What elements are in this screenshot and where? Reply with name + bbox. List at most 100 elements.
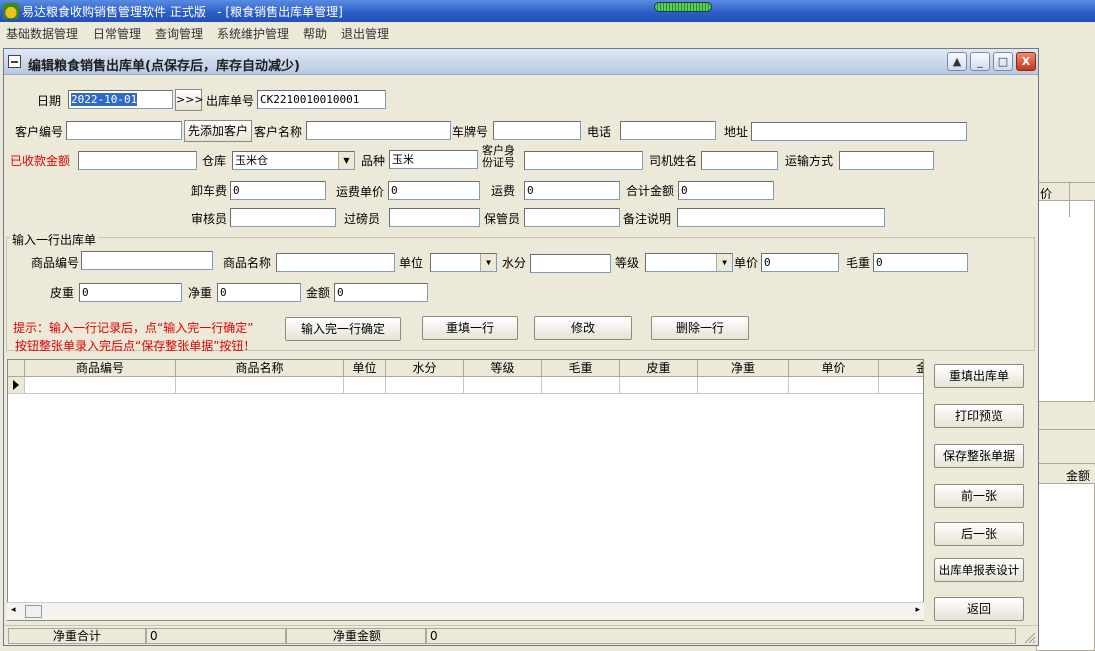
scroll-right-icon[interactable]: ▸ — [915, 605, 920, 615]
menu-bar: 基础数据管理 日常管理 查询管理 系统维护管理 帮助 退出管理 — [0, 22, 1095, 42]
table-row-cell[interactable] — [879, 377, 923, 394]
item-no-label: 商品编号 — [31, 256, 80, 270]
freight-label: 运费 — [491, 184, 516, 198]
col-moisture[interactable]: 水分 — [386, 360, 464, 377]
weigher-label: 过磅员 — [344, 212, 381, 226]
net-field[interactable]: 0 — [217, 283, 301, 302]
customer-name-field[interactable] — [306, 121, 451, 140]
total-amount-field[interactable]: 0 — [678, 181, 774, 200]
grade-select[interactable]: ▼ — [645, 253, 733, 272]
activity-indicator — [654, 2, 712, 12]
menu-exit[interactable]: 退出管理 — [341, 25, 389, 42]
background-grid-bottom: 金额 — [1036, 463, 1095, 651]
unit-select[interactable]: ▼ — [430, 253, 497, 272]
previous-button[interactable]: 前一张 — [934, 484, 1024, 508]
col-unit[interactable]: 单位 — [344, 360, 386, 377]
grade-label: 等级 — [615, 256, 640, 270]
tare-field[interactable]: 0 — [79, 283, 182, 302]
col-price[interactable]: 单价 — [789, 360, 879, 377]
auditor-label: 审核员 — [191, 212, 228, 226]
driver-label: 司机姓名 — [649, 154, 698, 168]
weigher-field[interactable] — [389, 208, 480, 227]
return-button[interactable]: 返回 — [934, 597, 1024, 621]
moisture-field[interactable] — [530, 254, 611, 273]
col-item-no[interactable]: 商品编号 — [25, 360, 176, 377]
menu-help[interactable]: 帮助 — [303, 25, 327, 42]
modify-button[interactable]: 修改 — [534, 316, 632, 340]
auditor-field[interactable] — [230, 208, 336, 227]
chevron-down-icon[interactable]: ▼ — [338, 152, 354, 169]
table-row-cell[interactable] — [176, 377, 344, 394]
customer-no-field[interactable] — [66, 121, 182, 140]
menu-basic-data[interactable]: 基础数据管理 — [6, 25, 78, 42]
resize-grip-icon[interactable] — [1022, 630, 1036, 644]
help-button[interactable]: ▲ — [947, 52, 967, 71]
chevron-down-icon[interactable]: ▼ — [480, 254, 496, 271]
window-menu-icon[interactable] — [8, 55, 21, 68]
menu-query[interactable]: 查询管理 — [155, 25, 203, 42]
phone-field[interactable] — [620, 121, 716, 140]
transport-label: 运输方式 — [785, 154, 834, 168]
table-row-cell[interactable] — [386, 377, 464, 394]
menu-daily[interactable]: 日常管理 — [93, 25, 141, 42]
table-row-cell[interactable] — [25, 377, 176, 394]
outbound-lines-grid[interactable]: 商品编号 商品名称 单位 水分 等级 毛重 皮重 净重 单价 金 — [7, 359, 924, 621]
scroll-thumb[interactable] — [25, 605, 42, 618]
keeper-field[interactable] — [524, 208, 620, 227]
minimize-button[interactable]: _ — [970, 52, 990, 71]
unload-fee-label: 卸车费 — [191, 184, 228, 198]
dialog-title-bar: 编辑粮食销售出库单(点保存后，库存自动减少) ▲ _ □ X — [4, 49, 1038, 75]
gross-field[interactable]: 0 — [873, 253, 968, 272]
maximize-button[interactable]: □ — [993, 52, 1013, 71]
remark-field[interactable] — [677, 208, 885, 227]
add-customer-button[interactable]: 先添加客户 — [184, 120, 252, 142]
plate-label: 车牌号 — [452, 125, 489, 139]
warehouse-select[interactable]: 玉米仓 ▼ — [232, 151, 355, 170]
table-row-cell[interactable] — [542, 377, 620, 394]
close-button[interactable]: X — [1016, 52, 1036, 71]
table-row-cell[interactable] — [789, 377, 879, 394]
col-tare[interactable]: 皮重 — [620, 360, 698, 377]
row-pointer-icon — [13, 380, 19, 390]
chevron-down-icon[interactable]: ▼ — [716, 254, 732, 271]
transport-field[interactable] — [839, 151, 934, 170]
unload-fee-field[interactable]: 0 — [230, 181, 326, 200]
variety-field[interactable]: 玉米 — [389, 150, 478, 169]
table-row-cell[interactable] — [344, 377, 386, 394]
col-net[interactable]: 净重 — [698, 360, 789, 377]
print-preview-button[interactable]: 打印预览 — [934, 404, 1024, 428]
col-grade[interactable]: 等级 — [464, 360, 542, 377]
item-no-field[interactable] — [81, 251, 213, 270]
date-picker-button[interactable]: >>> — [175, 89, 204, 111]
freight-price-field[interactable]: 0 — [388, 181, 480, 200]
save-order-button[interactable]: 保存整张单据 — [934, 444, 1024, 468]
delete-row-button[interactable]: 删除一行 — [651, 316, 749, 340]
order-no-field[interactable]: CK2210010010001 — [257, 90, 386, 109]
item-name-field[interactable] — [276, 253, 395, 272]
report-design-button[interactable]: 出库单报表设计 — [934, 558, 1024, 582]
confirm-row-button[interactable]: 输入完一行确定 — [285, 317, 401, 341]
hint-line-1: 提示：输入一行记录后，点“输入完一行确定” — [13, 321, 254, 335]
next-button[interactable]: 后一张 — [934, 522, 1024, 546]
customer-id-field[interactable] — [524, 151, 643, 170]
date-field[interactable]: 2022-10-01 — [68, 90, 173, 109]
plate-field[interactable] — [493, 121, 581, 140]
table-row-cell[interactable] — [620, 377, 698, 394]
address-field[interactable] — [751, 122, 967, 141]
driver-field[interactable] — [701, 151, 778, 170]
refill-row-button[interactable]: 重填一行 — [422, 316, 518, 340]
menu-system[interactable]: 系统维护管理 — [217, 25, 289, 42]
amount-field[interactable]: 0 — [334, 283, 428, 302]
col-gross[interactable]: 毛重 — [542, 360, 620, 377]
price-field[interactable]: 0 — [761, 253, 839, 272]
col-item-name[interactable]: 商品名称 — [176, 360, 344, 377]
scroll-left-icon[interactable]: ◂ — [11, 605, 16, 615]
table-row-cell[interactable] — [698, 377, 789, 394]
hint-line-2: 按钮整张单录入完后点“保存整张单据”按钮！ — [15, 339, 256, 353]
freight-field[interactable]: 0 — [524, 181, 620, 200]
col-amount[interactable]: 金 — [879, 360, 923, 377]
horizontal-scrollbar[interactable]: ◂ ▸ — [7, 602, 924, 620]
refill-order-button[interactable]: 重填出库单 — [934, 364, 1024, 388]
table-row-cell[interactable] — [464, 377, 542, 394]
received-amount-field[interactable] — [78, 151, 197, 170]
